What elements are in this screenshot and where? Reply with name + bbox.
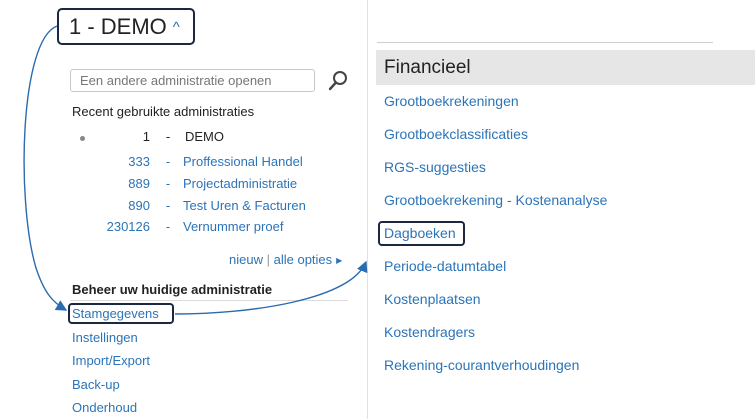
- financial-item-grootboekclassificaties[interactable]: Grootboekclassificaties: [384, 126, 528, 142]
- management-item-instellingen[interactable]: Instellingen: [72, 330, 138, 345]
- recent-admin-name: Vernummer proef: [183, 219, 284, 234]
- actions-separator: |: [266, 252, 270, 267]
- recent-admin-item[interactable]: 333 - Proffessional Handel: [50, 153, 310, 171]
- financial-item-kostenplaatsen[interactable]: Kostenplaatsen: [384, 291, 481, 307]
- recent-admins-title: Recent gebruikte administraties: [72, 104, 255, 119]
- recent-admin-number: 333: [128, 154, 150, 169]
- recent-admin-name: Projectadministratie: [183, 176, 298, 191]
- recent-admin-item-current: 1 - DEMO: [50, 128, 300, 146]
- recent-admin-separator: -: [165, 219, 171, 234]
- recent-admin-name: Proffessional Handel: [183, 154, 303, 169]
- section-header-financieel: Financieel: [376, 50, 755, 85]
- admin-title-label: 1 - DEMO: [69, 14, 167, 39]
- chevron-up-icon: ^: [172, 19, 180, 36]
- management-divider: [70, 300, 348, 301]
- panel-divider: [367, 0, 368, 419]
- recent-admin-separator: -: [165, 176, 171, 191]
- management-title: Beheer uw huidige administratie: [72, 282, 273, 297]
- recent-admin-separator: -: [165, 198, 171, 213]
- recent-admin-item[interactable]: 230126 - Vernummer proef: [50, 218, 310, 236]
- recent-admin-name: Test Uren & Facturen: [183, 198, 306, 213]
- management-item-stamgegevens[interactable]: Stamgegevens: [72, 306, 159, 321]
- financial-item-kostendragers[interactable]: Kostendragers: [384, 324, 475, 340]
- top-rule: [377, 42, 713, 43]
- current-admin-selector[interactable]: 1 - DEMO ^: [57, 8, 195, 45]
- financial-item-dagboeken[interactable]: Dagboeken: [384, 225, 456, 241]
- recent-admin-number: 1: [142, 129, 150, 144]
- recent-admin-item[interactable]: 889 - Projectadministratie: [50, 175, 310, 193]
- financial-item-grootboekrekeningen[interactable]: Grootboekrekeningen: [384, 93, 519, 109]
- recent-admin-item[interactable]: 890 - Test Uren & Facturen: [50, 197, 310, 215]
- search-icon[interactable]: [327, 70, 349, 92]
- financial-item-periode-datumtabel[interactable]: Periode-datumtabel: [384, 258, 506, 274]
- recent-admin-name: DEMO: [185, 129, 224, 144]
- all-options-link[interactable]: alle opties: [274, 252, 333, 267]
- financial-item-rgs-suggesties[interactable]: RGS-suggesties: [384, 159, 486, 175]
- recent-admin-number: 890: [128, 198, 150, 213]
- management-item-import-export[interactable]: Import/Export: [72, 353, 150, 368]
- financial-item-kostenanalyse[interactable]: Grootboekrekening - Kostenanalyse: [384, 192, 607, 208]
- admin-search-input[interactable]: [70, 69, 315, 92]
- recent-admin-separator: -: [165, 154, 171, 169]
- management-item-backup[interactable]: Back-up: [72, 377, 120, 392]
- admin-actions: nieuw | alle opties ▶: [229, 252, 342, 267]
- financial-item-rekening-courant[interactable]: Rekening-courantverhoudingen: [384, 357, 579, 373]
- triangle-right-icon: ▶: [336, 256, 343, 265]
- recent-admin-number: 230126: [106, 219, 150, 234]
- management-item-onderhoud[interactable]: Onderhoud: [72, 400, 137, 415]
- new-admin-link[interactable]: nieuw: [229, 252, 263, 267]
- recent-admin-number: 889: [128, 176, 150, 191]
- recent-admin-separator: -: [165, 129, 171, 144]
